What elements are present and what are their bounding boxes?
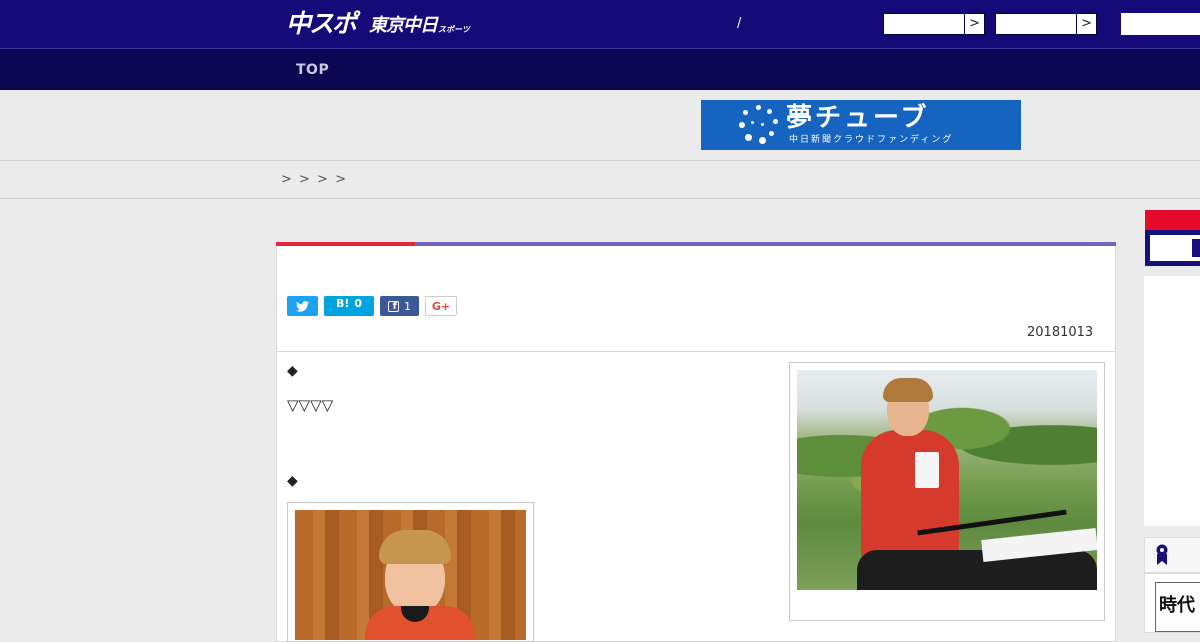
breadcrumb: > > > > <box>281 172 346 187</box>
sidebar-ad-slot[interactable] <box>1144 276 1200 526</box>
site-logo[interactable]: 中スポ 東京中日 スポーツ <box>286 10 470 38</box>
chevron-right-icon: > <box>1076 14 1096 34</box>
header-search-input[interactable] <box>1121 13 1200 35</box>
dots-circle-icon <box>737 103 779 145</box>
article-photo-secondary[interactable] <box>287 502 534 642</box>
sidebar-thumbnail[interactable]: 時代 <box>1144 573 1200 633</box>
sidebar-thumb-text: 時代 <box>1155 582 1200 632</box>
yume-tube-banner[interactable]: 夢チューブ 中日新聞クラウドファンディング <box>701 100 1021 150</box>
nav-item-top[interactable]: TOP <box>296 62 329 78</box>
global-nav: TOP <box>0 48 1200 90</box>
facebook-share-button[interactable]: f 1 <box>380 296 419 316</box>
article-bullet: ◆ <box>287 363 298 379</box>
article-accent-red <box>276 242 415 246</box>
google-plus-share-button[interactable]: G+ <box>425 296 457 316</box>
logo-sub-text: 東京中日 <box>369 15 438 36</box>
hatena-icon: B! <box>335 297 350 310</box>
twitter-bird-icon <box>296 300 309 312</box>
hatena-bookmark-button[interactable]: B! 0 <box>324 296 374 316</box>
article-divider <box>277 351 1115 352</box>
hatena-count: 0 <box>354 297 363 310</box>
article-photo-main[interactable] <box>789 362 1105 621</box>
logo-main-text: 中スポ <box>286 9 357 38</box>
header-menu-button-2[interactable]: > <box>995 13 1097 35</box>
sidebar-banner-box[interactable] <box>1145 230 1200 266</box>
article-bullet: ◆ <box>287 473 298 489</box>
header-menu-button-1[interactable]: > <box>883 13 985 35</box>
breadcrumb-bar: > > > > <box>0 160 1200 199</box>
photo-cyclist-forest <box>797 370 1097 590</box>
banner-subtitle: 中日新聞クラウドファンディング <box>789 135 954 145</box>
chevron-right-icon: > <box>964 14 984 34</box>
article-section-marks: ▽▽▽▽ <box>287 396 334 414</box>
twitter-share-button[interactable] <box>287 296 318 316</box>
sidebar-banner-top[interactable] <box>1145 210 1200 230</box>
sidebar-ranking-header <box>1144 537 1200 573</box>
google-plus-icon: G+ <box>431 299 451 313</box>
article-date: 20181013 <box>1027 325 1094 340</box>
facebook-icon: f <box>388 300 399 312</box>
logo-small-text: スポーツ <box>438 25 470 34</box>
ribbon-medal-icon <box>1156 544 1168 565</box>
header-separator: / <box>737 16 742 31</box>
article-accent-purple <box>415 242 1116 246</box>
site-header: 中スポ 東京中日 スポーツ / > > <box>0 0 1200 48</box>
banner-title: 夢チューブ <box>786 103 930 133</box>
photo-cyclist-smiling <box>295 510 526 640</box>
facebook-count: 1 <box>404 299 411 313</box>
